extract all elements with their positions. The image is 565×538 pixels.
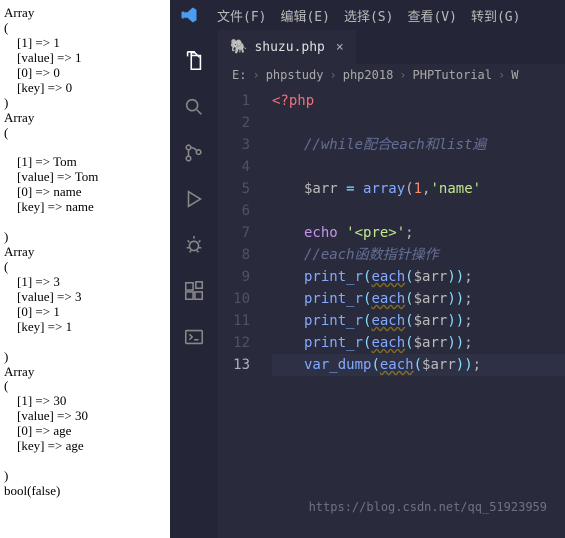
chevron-right-icon: › xyxy=(325,68,340,82)
php-file-icon: 🐘 xyxy=(230,39,247,55)
run-icon[interactable] xyxy=(181,186,207,212)
crumb[interactable]: W xyxy=(511,68,518,82)
menu-edit[interactable]: 编辑(E) xyxy=(273,6,336,25)
chevron-right-icon: › xyxy=(248,68,263,82)
comment: //each函数指针操作 xyxy=(304,247,439,263)
menubar: 文件(F) 编辑(E) 选择(S) 查看(V) 转到(G) xyxy=(170,0,565,30)
menu-file[interactable]: 文件(F) xyxy=(210,6,273,25)
source-control-icon[interactable] xyxy=(181,140,207,166)
extensions-icon[interactable] xyxy=(181,278,207,304)
chevron-right-icon: › xyxy=(494,68,509,82)
tab-bar: 🐘 shuzu.php × xyxy=(218,30,565,64)
search-icon[interactable] xyxy=(181,94,207,120)
files-icon[interactable] xyxy=(181,48,207,74)
line-number-gutter: 12345678910111213 xyxy=(218,86,266,538)
crumb[interactable]: E: xyxy=(232,68,246,82)
menu-select[interactable]: 选择(S) xyxy=(337,6,400,25)
vscode-logo-icon xyxy=(180,6,198,24)
chevron-right-icon: › xyxy=(395,68,410,82)
code-editor[interactable]: 12345678910111213 <?php //while配合each和li… xyxy=(218,86,565,538)
close-icon[interactable]: × xyxy=(336,40,344,55)
crumb[interactable]: PHPTutorial xyxy=(413,68,492,82)
php-output-panel: Array ( [1] => 1 [value] => 1 [0] => 0 [… xyxy=(0,0,170,538)
activity-bar xyxy=(170,30,218,538)
comment: //while配合each和list遍 xyxy=(304,137,486,153)
crumb[interactable]: php2018 xyxy=(343,68,394,82)
terminal-icon[interactable] xyxy=(181,324,207,350)
tab-label: shuzu.php xyxy=(254,40,324,55)
menu-goto[interactable]: 转到(G) xyxy=(464,6,527,25)
tab-shuzu-php[interactable]: 🐘 shuzu.php × xyxy=(218,30,356,64)
php-open-tag: <?php xyxy=(272,93,314,109)
code-lines[interactable]: <?php //while配合each和list遍 $arr = array(1… xyxy=(266,86,565,538)
breadcrumb[interactable]: E: › phpstudy › php2018 › PHPTutorial › … xyxy=(218,64,565,86)
menu-view[interactable]: 查看(V) xyxy=(400,6,463,25)
editor-area: 🐘 shuzu.php × E: › phpstudy › php2018 › … xyxy=(218,30,565,538)
vscode-editor: 文件(F) 编辑(E) 选择(S) 查看(V) 转到(G) 🐘 shu xyxy=(170,0,565,538)
crumb[interactable]: phpstudy xyxy=(266,68,324,82)
debug-icon[interactable] xyxy=(181,232,207,258)
